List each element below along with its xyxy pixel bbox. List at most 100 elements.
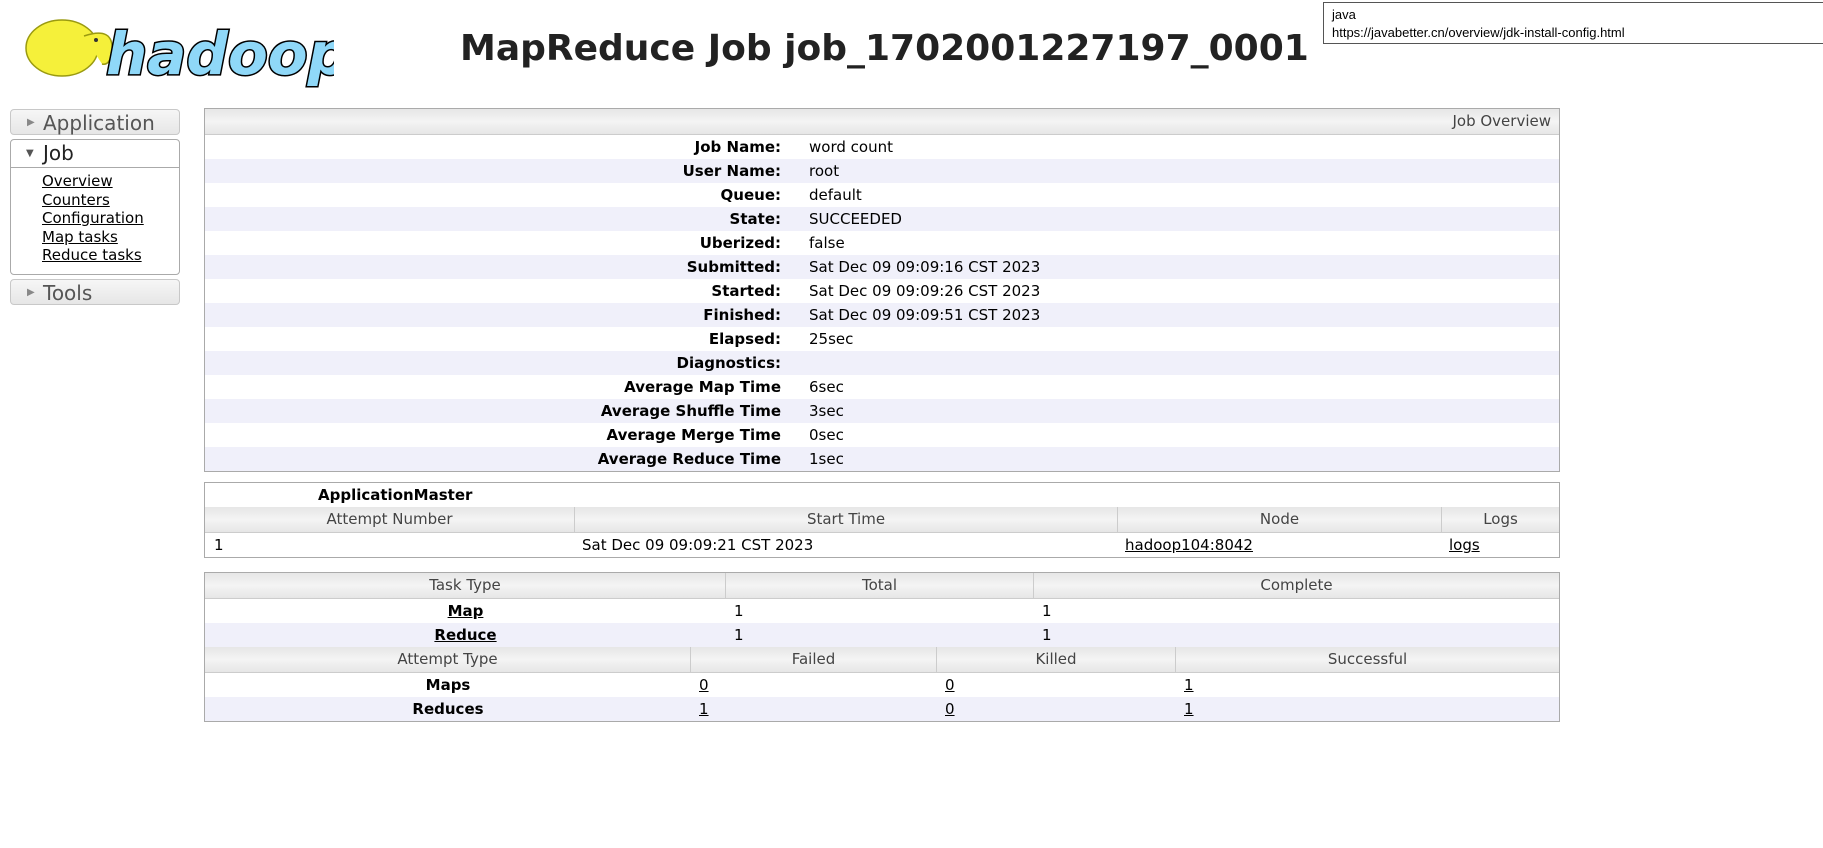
task-type-link[interactable]: Reduce — [434, 626, 496, 644]
col-logs: Logs — [1483, 510, 1518, 528]
col-node: Node — [1118, 507, 1442, 532]
col-attempt-type: Attempt Type — [205, 647, 691, 672]
overview-row: Started: Sat Dec 09 09:09:26 CST 2023 — [205, 279, 1559, 303]
overview-label: State: — [729, 210, 781, 228]
attempt-type: Maps — [425, 676, 471, 694]
logs-link[interactable]: logs — [1449, 536, 1480, 554]
start-time: Sat Dec 09 09:09:21 CST 2023 — [582, 536, 814, 554]
overview-label: Job Name: — [694, 138, 781, 156]
link-reduce-tasks[interactable]: Reduce tasks — [42, 246, 179, 265]
overview-row: Submitted: Sat Dec 09 09:09:16 CST 2023 — [205, 255, 1559, 279]
failed-link[interactable]: 0 — [699, 676, 709, 694]
task-complete: 1 — [1042, 626, 1052, 644]
task-summary-table: Task Type Total Complete Map 1 1 Reduce 1 1 A… — [204, 572, 1560, 722]
col-killed: Killed — [937, 647, 1176, 672]
overview-label: Submitted: — [686, 258, 781, 276]
overview-value: 1sec — [809, 450, 844, 468]
sidebar-job-section: ▼ Job Overview Counters Configuration Map… — [10, 139, 180, 275]
overview-label: Finished: — [703, 306, 781, 324]
sidebar-tools-label: Tools — [43, 281, 93, 305]
overview-row: Average Shuffle Time 3sec — [205, 399, 1559, 423]
overview-value: 6sec — [809, 378, 844, 396]
overview-value: 3sec — [809, 402, 844, 420]
overview-label: Started: — [711, 282, 781, 300]
sidebar-job-label: Job — [43, 141, 74, 165]
node-link[interactable]: hadoop104:8042 — [1125, 536, 1253, 554]
overview-row: Average Merge Time 0sec — [205, 423, 1559, 447]
overview-row: Queue: default — [205, 183, 1559, 207]
overview-value: Sat Dec 09 09:09:16 CST 2023 — [809, 258, 1041, 276]
overview-row: Uberized: false — [205, 231, 1559, 255]
overview-label: Elapsed: — [708, 330, 781, 348]
successful-link[interactable]: 1 — [1184, 700, 1194, 718]
sidebar-application[interactable]: ▶ Application — [10, 109, 180, 135]
overview-row: State: SUCCEEDED — [205, 207, 1559, 231]
overview-label: Average Reduce Time — [597, 450, 781, 468]
col-task-type: Task Type — [205, 573, 726, 598]
link-map-tasks[interactable]: Map tasks — [42, 228, 179, 247]
page-title: MapReduce Job job_1702001227197_0001 — [460, 28, 1309, 69]
overview-row: Diagnostics: — [205, 351, 1559, 375]
killed-link[interactable]: 0 — [945, 700, 955, 718]
overview-value: Sat Dec 09 09:09:26 CST 2023 — [809, 282, 1041, 300]
overview-value: default — [809, 186, 862, 204]
overview-value: 25sec — [809, 330, 854, 348]
overview-label: Queue: — [720, 186, 781, 204]
overview-value: 0sec — [809, 426, 844, 444]
sidebar-job[interactable]: ▼ Job — [11, 140, 179, 168]
job-overview-table: Job Overview Job Name: word count User Nam… — [204, 108, 1560, 472]
killed-link[interactable]: 0 — [945, 676, 955, 694]
task-complete: 1 — [1042, 602, 1052, 620]
overview-label: User Name: — [682, 162, 781, 180]
overview-row: User Name: root — [205, 159, 1559, 183]
task-row: Reduce 1 1 — [205, 623, 1559, 647]
overview-value: false — [809, 234, 845, 252]
overview-row: Average Reduce Time 1sec — [205, 447, 1559, 471]
overview-row: Finished: Sat Dec 09 09:09:51 CST 2023 — [205, 303, 1559, 327]
svg-text:hadoop: hadoop — [106, 20, 334, 88]
overview-value: SUCCEEDED — [809, 210, 902, 228]
overview-label: Average Merge Time — [606, 426, 782, 444]
attempt-number: 1 — [214, 536, 224, 554]
link-counters[interactable]: Counters — [42, 191, 179, 210]
caret-down-icon: ▼ — [26, 148, 34, 159]
failed-link[interactable]: 1 — [699, 700, 709, 718]
tooltip-url: https://javabetter.cn/overview/jdk-insta… — [1332, 25, 1625, 40]
col-successful: Successful — [1327, 650, 1408, 668]
overview-row: Average Map Time 6sec — [205, 375, 1559, 399]
overview-label: Uberized: — [699, 234, 781, 252]
am-title: ApplicationMaster — [318, 486, 473, 504]
col-start-time: Start Time — [575, 507, 1118, 532]
overview-value: Sat Dec 09 09:09:51 CST 2023 — [809, 306, 1041, 324]
caret-right-icon: ▶ — [27, 117, 35, 128]
task-row: Map 1 1 — [205, 599, 1559, 623]
overview-value — [795, 351, 809, 375]
job-overview-title: Job Overview — [1452, 112, 1551, 130]
sidebar-tools[interactable]: ▶ Tools — [10, 279, 180, 305]
overview-value: word count — [809, 138, 893, 156]
overview-label: Diagnostics: — [676, 354, 782, 372]
hadoop-logo: hadoop — [25, 19, 334, 88]
col-complete: Complete — [1260, 576, 1333, 594]
caret-right-icon: ▶ — [27, 287, 35, 298]
table-row: 1 Sat Dec 09 09:09:21 CST 2023 hadoop104… — [205, 533, 1559, 557]
tooltip-title: java — [1332, 7, 1356, 22]
col-attempt-number: Attempt Number — [205, 507, 575, 532]
col-total: Total — [726, 573, 1034, 598]
job-overview-header: Job Overview — [205, 109, 1559, 135]
overview-value: root — [809, 162, 840, 180]
col-failed: Failed — [691, 647, 937, 672]
task-total: 1 — [734, 602, 744, 620]
link-configuration[interactable]: Configuration — [42, 209, 179, 228]
application-master-table: ApplicationMaster Attempt Number Start T… — [204, 482, 1560, 558]
task-total: 1 — [734, 626, 744, 644]
link-overview[interactable]: Overview — [42, 172, 179, 191]
attempt-row: Reduces 1 0 1 — [205, 697, 1559, 721]
sidebar: ▶ Application ▼ Job Overview Counters Conf… — [10, 109, 180, 305]
successful-link[interactable]: 1 — [1184, 676, 1194, 694]
attempt-row: Maps 0 0 1 — [205, 673, 1559, 697]
overview-row: Elapsed: 25sec — [205, 327, 1559, 351]
overview-label: Average Map Time — [624, 378, 781, 396]
task-type-link[interactable]: Map — [448, 602, 484, 620]
sidebar-application-label: Application — [43, 111, 155, 135]
